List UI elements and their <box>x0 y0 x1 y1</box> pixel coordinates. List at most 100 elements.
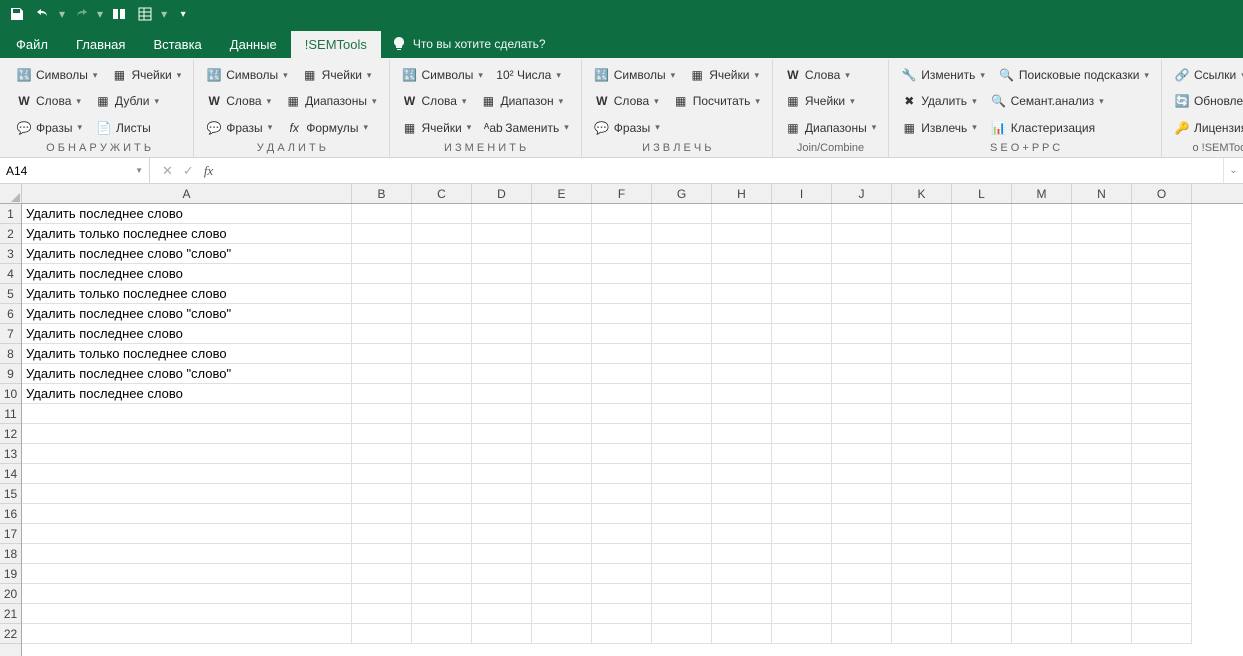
cell-B17[interactable] <box>352 524 412 544</box>
cell-N20[interactable] <box>1072 584 1132 604</box>
cell-J14[interactable] <box>832 464 892 484</box>
cell-O22[interactable] <box>1132 624 1192 644</box>
cell-F4[interactable] <box>592 264 652 284</box>
cell-B4[interactable] <box>352 264 412 284</box>
about-license-button[interactable]: 🔑Лицензия▾ <box>1168 117 1243 139</box>
cell-A17[interactable] <box>22 524 352 544</box>
cell-I10[interactable] <box>772 384 832 404</box>
cell-J7[interactable] <box>832 324 892 344</box>
cell-H15[interactable] <box>712 484 772 504</box>
cell-L4[interactable] <box>952 264 1012 284</box>
cell-G13[interactable] <box>652 444 712 464</box>
cell-B18[interactable] <box>352 544 412 564</box>
cell-M2[interactable] <box>1012 224 1072 244</box>
cell-N19[interactable] <box>1072 564 1132 584</box>
cell-O18[interactable] <box>1132 544 1192 564</box>
seo-extract-button[interactable]: ▦Извлечь▾ <box>895 117 983 139</box>
cell-B14[interactable] <box>352 464 412 484</box>
delete-ranges-button[interactable]: ▦Диапазоны▾ <box>279 90 382 112</box>
delete-phrases-button[interactable]: 💬Фразы▾ <box>200 117 278 139</box>
cell-G4[interactable] <box>652 264 712 284</box>
formula-input[interactable] <box>233 158 1223 183</box>
cell-J21[interactable] <box>832 604 892 624</box>
cell-D17[interactable] <box>472 524 532 544</box>
cell-C15[interactable] <box>412 484 472 504</box>
cell-A11[interactable] <box>22 404 352 424</box>
cell-O1[interactable] <box>1132 204 1192 224</box>
cell-G21[interactable] <box>652 604 712 624</box>
cell-F22[interactable] <box>592 624 652 644</box>
cell-C17[interactable] <box>412 524 472 544</box>
discover-phrases-button[interactable]: 💬Фразы▾ <box>10 117 88 139</box>
cell-G2[interactable] <box>652 224 712 244</box>
cell-K5[interactable] <box>892 284 952 304</box>
cell-I12[interactable] <box>772 424 832 444</box>
cell-D15[interactable] <box>472 484 532 504</box>
cell-L16[interactable] <box>952 504 1012 524</box>
cell-F16[interactable] <box>592 504 652 524</box>
cell-N17[interactable] <box>1072 524 1132 544</box>
cell-E6[interactable] <box>532 304 592 324</box>
cell-F17[interactable] <box>592 524 652 544</box>
cell-D5[interactable] <box>472 284 532 304</box>
cell-N12[interactable] <box>1072 424 1132 444</box>
cell-E2[interactable] <box>532 224 592 244</box>
join-words-button[interactable]: WСлова▾ <box>779 64 882 86</box>
cell-B7[interactable] <box>352 324 412 344</box>
cell-B10[interactable] <box>352 384 412 404</box>
cell-B5[interactable] <box>352 284 412 304</box>
row-header-11[interactable]: 11 <box>0 404 21 424</box>
change-range-button[interactable]: ▦Диапазон▾ <box>474 90 569 112</box>
cell-N9[interactable] <box>1072 364 1132 384</box>
cell-H19[interactable] <box>712 564 772 584</box>
cell-N11[interactable] <box>1072 404 1132 424</box>
cell-D2[interactable] <box>472 224 532 244</box>
cell-J1[interactable] <box>832 204 892 224</box>
cell-F19[interactable] <box>592 564 652 584</box>
cell-B16[interactable] <box>352 504 412 524</box>
cell-A22[interactable] <box>22 624 352 644</box>
cell-C11[interactable] <box>412 404 472 424</box>
cell-J4[interactable] <box>832 264 892 284</box>
cell-J8[interactable] <box>832 344 892 364</box>
cell-H11[interactable] <box>712 404 772 424</box>
row-header-12[interactable]: 12 <box>0 424 21 444</box>
cell-G8[interactable] <box>652 344 712 364</box>
cell-B22[interactable] <box>352 624 412 644</box>
select-all-corner[interactable] <box>0 184 22 204</box>
delete-words-button[interactable]: WСлова▾ <box>200 90 277 112</box>
cell-O10[interactable] <box>1132 384 1192 404</box>
cell-E21[interactable] <box>532 604 592 624</box>
cell-H5[interactable] <box>712 284 772 304</box>
cell-G20[interactable] <box>652 584 712 604</box>
cell-C2[interactable] <box>412 224 472 244</box>
cell-N21[interactable] <box>1072 604 1132 624</box>
cell-L14[interactable] <box>952 464 1012 484</box>
cell-N5[interactable] <box>1072 284 1132 304</box>
cell-G18[interactable] <box>652 544 712 564</box>
cell-I3[interactable] <box>772 244 832 264</box>
cell-A2[interactable]: Удалить только последнее слово <box>22 224 352 244</box>
cell-K11[interactable] <box>892 404 952 424</box>
cell-K21[interactable] <box>892 604 952 624</box>
extract-words-button[interactable]: WСлова▾ <box>588 90 665 112</box>
cell-L2[interactable] <box>952 224 1012 244</box>
row-header-18[interactable]: 18 <box>0 544 21 564</box>
cell-N7[interactable] <box>1072 324 1132 344</box>
cell-C9[interactable] <box>412 364 472 384</box>
row-header-1[interactable]: 1 <box>0 204 21 224</box>
delete-symbols-button[interactable]: 🔣Символы▾ <box>200 64 293 86</box>
cells-area[interactable]: Удалить последнее словоУдалить только по… <box>22 204 1243 656</box>
cell-I22[interactable] <box>772 624 832 644</box>
cell-G7[interactable] <box>652 324 712 344</box>
cell-H21[interactable] <box>712 604 772 624</box>
cell-I1[interactable] <box>772 204 832 224</box>
row-header-5[interactable]: 5 <box>0 284 21 304</box>
fx-icon[interactable]: fx <box>204 163 221 179</box>
cell-L1[interactable] <box>952 204 1012 224</box>
cell-N10[interactable] <box>1072 384 1132 404</box>
cell-H3[interactable] <box>712 244 772 264</box>
qat-custom1-button[interactable] <box>107 2 131 26</box>
cell-E8[interactable] <box>532 344 592 364</box>
cell-N6[interactable] <box>1072 304 1132 324</box>
